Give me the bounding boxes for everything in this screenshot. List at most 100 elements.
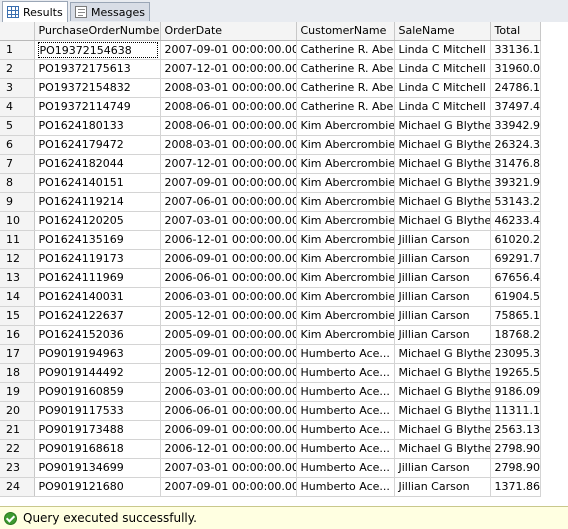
total-cell[interactable]: 33136.1251	[490, 40, 541, 60]
row-number-cell[interactable]: 20	[0, 401, 35, 421]
row-number-cell[interactable]: 18	[0, 363, 35, 383]
total-cell[interactable]: 1371.8659	[490, 477, 541, 497]
order-date-cell[interactable]: 2005-12-01 00:00:00.000	[160, 306, 297, 326]
customer-name-cell[interactable]: Catherine R. Abel	[296, 78, 395, 98]
customer-name-cell[interactable]: Kim Abercrombie	[296, 211, 395, 231]
row-number-cell[interactable]: 6	[0, 135, 35, 155]
table-row[interactable]: 8 PO1624140151 2007-09-01 00:00:00.000 Kim …	[0, 173, 541, 193]
customer-name-cell[interactable]: Catherine R. Abel	[296, 97, 395, 117]
table-row[interactable]: 7 PO1624182044 2007-12-01 00:00:00.000 Kim …	[0, 154, 541, 174]
customer-name-cell[interactable]: Humberto Ace...	[296, 477, 395, 497]
customer-name-cell[interactable]: Kim Abercrombie	[296, 287, 395, 307]
customer-name-cell[interactable]: Humberto Ace...	[296, 363, 395, 383]
customer-name-cell[interactable]: Humberto Ace...	[296, 401, 395, 421]
sale-name-cell[interactable]: Jillian Carson	[394, 325, 491, 345]
order-date-cell[interactable]: 2007-12-01 00:00:00.000	[160, 154, 297, 174]
table-row[interactable]: 17 PO9019194963 2005-09-01 00:00:00.000 Hum…	[0, 344, 541, 364]
results-grid[interactable]: PurchaseOrderNumber OrderDate CustomerName…	[0, 22, 568, 506]
row-number-cell[interactable]: 21	[0, 420, 35, 440]
row-number-cell[interactable]: 7	[0, 154, 35, 174]
table-row[interactable]: 16 PO1624152036 2005-09-01 00:00:00.000 Kim…	[0, 325, 541, 345]
row-number-cell[interactable]: 13	[0, 268, 35, 288]
customer-name-cell[interactable]: Humberto Ace...	[296, 420, 395, 440]
order-date-cell[interactable]: 2006-12-01 00:00:00.000	[160, 439, 297, 459]
table-row[interactable]: 4 PO19372114749 2008-06-01 00:00:00.000 Cat…	[0, 97, 541, 117]
table-row[interactable]: 2 PO19372175613 2007-12-01 00:00:00.000 Cat…	[0, 59, 541, 79]
total-cell[interactable]: 39321.9038	[490, 173, 541, 193]
sale-name-cell[interactable]: Michael G Blythe	[394, 192, 491, 212]
table-row[interactable]: 19 PO9019160859 2006-03-01 00:00:00.000 Hum…	[0, 382, 541, 402]
sale-name-cell[interactable]: Michael G Blythe	[394, 211, 491, 231]
column-header-sale-name[interactable]: SaleName	[394, 22, 491, 41]
table-row[interactable]: 23 PO9019134699 2007-03-01 00:00:00.000 Hum…	[0, 458, 541, 478]
purchase-order-number-cell[interactable]: PO9019173488	[34, 420, 161, 440]
row-number-cell[interactable]: 15	[0, 306, 35, 326]
order-date-cell[interactable]: 2008-06-01 00:00:00.000	[160, 116, 297, 136]
total-cell[interactable]: 2798.9022	[490, 458, 541, 478]
sale-name-cell[interactable]: Michael G Blythe	[394, 135, 491, 155]
sale-name-cell[interactable]: Jillian Carson	[394, 249, 491, 269]
total-cell[interactable]: 2798.9022	[490, 439, 541, 459]
customer-name-cell[interactable]: Humberto Ace...	[296, 458, 395, 478]
total-cell[interactable]: 18768.2086	[490, 325, 541, 345]
total-cell[interactable]: 23095.3463	[490, 344, 541, 364]
purchase-order-number-cell[interactable]: PO9019117533	[34, 401, 161, 421]
row-number-cell[interactable]: 2	[0, 59, 35, 79]
customer-name-cell[interactable]: Humberto Ace...	[296, 344, 395, 364]
sale-name-cell[interactable]: Michael G Blythe	[394, 401, 491, 421]
purchase-order-number-cell[interactable]: PO19372114749	[34, 97, 161, 117]
sale-name-cell[interactable]: Michael G Blythe	[394, 344, 491, 364]
column-header-customer-name[interactable]: CustomerName	[296, 22, 395, 41]
row-number-cell[interactable]: 8	[0, 173, 35, 193]
table-row[interactable]: 11 PO1624135169 2006-12-01 00:00:00.000 Kim…	[0, 230, 541, 250]
table-row[interactable]: 24 PO9019121680 2007-09-01 00:00:00.000 Hum…	[0, 477, 541, 497]
table-row[interactable]: 1 PO19372154638 2007-09-01 00:00:00.000 Cat…	[0, 40, 541, 60]
row-number-cell[interactable]: 17	[0, 344, 35, 364]
order-date-cell[interactable]: 2007-06-01 00:00:00.000	[160, 192, 297, 212]
customer-name-cell[interactable]: Kim Abercrombie	[296, 325, 395, 345]
sale-name-cell[interactable]: Linda C Mitchell	[394, 40, 491, 60]
total-cell[interactable]: 61020.2059	[490, 230, 541, 250]
customer-name-cell[interactable]: Humberto Ace...	[296, 439, 395, 459]
purchase-order-number-cell[interactable]: PO1624179472	[34, 135, 161, 155]
total-cell[interactable]: 2563.1349	[490, 420, 541, 440]
order-date-cell[interactable]: 2007-03-01 00:00:00.000	[160, 211, 297, 231]
customer-name-cell[interactable]: Kim Abercrombie	[296, 154, 395, 174]
table-row[interactable]: 9 PO1624119214 2007-06-01 00:00:00.000 Kim …	[0, 192, 541, 212]
customer-name-cell[interactable]: Humberto Ace...	[296, 382, 395, 402]
row-number-cell[interactable]: 12	[0, 249, 35, 269]
total-cell[interactable]: 33942.916	[490, 116, 541, 136]
purchase-order-number-cell[interactable]: PO1624119214	[34, 192, 161, 212]
tab-results[interactable]: Results	[2, 1, 68, 22]
column-header-purchase-order-number[interactable]: PurchaseOrderNumber	[34, 22, 161, 41]
order-date-cell[interactable]: 2007-09-01 00:00:00.000	[160, 40, 297, 60]
purchase-order-number-cell[interactable]: PO19372154832	[34, 78, 161, 98]
sale-name-cell[interactable]: Jillian Carson	[394, 477, 491, 497]
row-number-cell[interactable]: 14	[0, 287, 35, 307]
table-row[interactable]: 22 PO9019168618 2006-12-01 00:00:00.000 Hum…	[0, 439, 541, 459]
purchase-order-number-cell[interactable]: PO9019160859	[34, 382, 161, 402]
sale-name-cell[interactable]: Jillian Carson	[394, 458, 491, 478]
purchase-order-number-cell[interactable]: PO1624120205	[34, 211, 161, 231]
table-row[interactable]: 12 PO1624119173 2006-09-01 00:00:00.000 Kim…	[0, 249, 541, 269]
sale-name-cell[interactable]: Michael G Blythe	[394, 420, 491, 440]
order-date-cell[interactable]: 2007-03-01 00:00:00.000	[160, 458, 297, 478]
order-date-cell[interactable]: 2008-03-01 00:00:00.000	[160, 135, 297, 155]
purchase-order-number-cell[interactable]: PO9019121680	[34, 477, 161, 497]
row-number-cell[interactable]: 16	[0, 325, 35, 345]
customer-name-cell[interactable]: Kim Abercrombie	[296, 249, 395, 269]
customer-name-cell[interactable]: Catherine R. Abel	[296, 59, 395, 79]
table-row[interactable]: 15 PO1624122637 2005-12-01 00:00:00.000 Kim…	[0, 306, 541, 326]
total-cell[interactable]: 9186.0949	[490, 382, 541, 402]
total-cell[interactable]: 75865.1515	[490, 306, 541, 326]
total-cell[interactable]: 46233.4899	[490, 211, 541, 231]
order-date-cell[interactable]: 2006-09-01 00:00:00.000	[160, 249, 297, 269]
purchase-order-number-cell[interactable]: PO1624140151	[34, 173, 161, 193]
total-cell[interactable]: 26324.3267	[490, 135, 541, 155]
row-number-cell[interactable]: 22	[0, 439, 35, 459]
purchase-order-number-cell[interactable]: PO19372175613	[34, 59, 161, 79]
customer-name-cell[interactable]: Kim Abercrombie	[296, 192, 395, 212]
sale-name-cell[interactable]: Jillian Carson	[394, 287, 491, 307]
purchase-order-number-cell[interactable]: PO9019134699	[34, 458, 161, 478]
order-date-cell[interactable]: 2008-06-01 00:00:00.000	[160, 97, 297, 117]
